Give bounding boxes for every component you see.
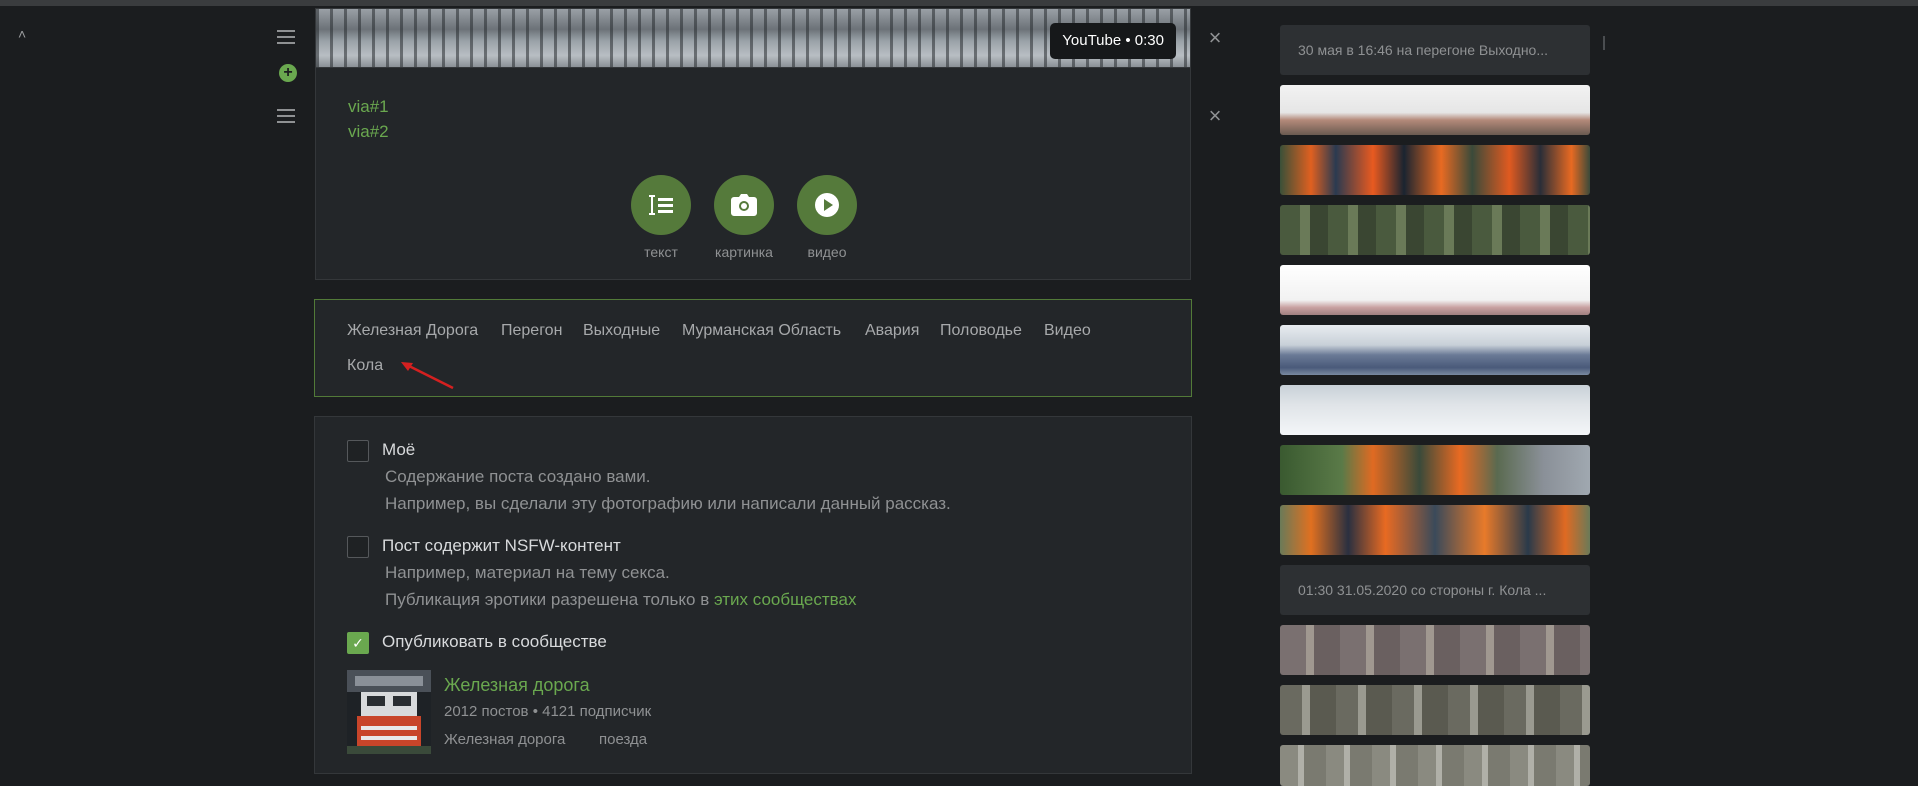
link-via-1[interactable]: via#1 bbox=[348, 94, 389, 119]
thumbnail-hills[interactable] bbox=[1280, 325, 1590, 375]
close-icon[interactable]: × bbox=[1207, 27, 1223, 49]
tag-item[interactable]: Половодье bbox=[940, 322, 1022, 340]
community-title: Опубликовать в сообществе bbox=[382, 632, 607, 651]
thumbnail-track[interactable] bbox=[1280, 205, 1590, 255]
thumbnail-crew[interactable] bbox=[1280, 445, 1590, 495]
mine-desc: Содержание поста создано вами. bbox=[385, 467, 651, 486]
tags-box[interactable]: Железная Дорога Перегон Выходные Мурманс… bbox=[314, 299, 1192, 397]
nsfw-rule: Публикация эротики разрешена только в эт… bbox=[385, 590, 856, 610]
thumbnail-workers[interactable] bbox=[1280, 145, 1590, 195]
thumbnail-trees[interactable] bbox=[1280, 685, 1590, 735]
thumbnail-wires[interactable] bbox=[1280, 385, 1590, 435]
mine-example: Например, вы сделали эту фотографию или … bbox=[385, 494, 951, 513]
video-preview[interactable]: YouTube • 0:30 bbox=[315, 8, 1191, 68]
sidebar-caption[interactable]: 01:30 31.05.2020 со стороны г. Кола ... bbox=[1280, 565, 1590, 615]
text-icon bbox=[649, 195, 673, 215]
community-tag[interactable]: поезда bbox=[599, 731, 647, 748]
nsfw-desc: Например, материал на тему секса. bbox=[385, 563, 670, 582]
drag-handle-icon[interactable] bbox=[277, 30, 295, 44]
camera-icon bbox=[731, 194, 757, 216]
annotation-arrow bbox=[401, 362, 454, 390]
link-via-2[interactable]: via#2 bbox=[348, 119, 389, 144]
top-border bbox=[0, 0, 1918, 6]
locomotive-image bbox=[347, 670, 431, 754]
community-subscribers: 4121 подписчик bbox=[542, 703, 652, 720]
tag-item[interactable]: Перегон bbox=[501, 322, 562, 340]
tag-item[interactable]: Железная Дорога bbox=[347, 322, 478, 340]
post-editor: via#1 via#2 текст картинка видео bbox=[315, 68, 1191, 280]
mine-checkbox[interactable] bbox=[347, 440, 369, 462]
close-icon[interactable]: × bbox=[1207, 105, 1223, 127]
nsfw-communities-link[interactable]: этих сообществах bbox=[714, 590, 856, 609]
thumbnail-overhead-lines[interactable] bbox=[1280, 745, 1590, 786]
thumbnail-forest[interactable] bbox=[1280, 625, 1590, 675]
tag-item[interactable]: Кола bbox=[347, 357, 383, 375]
tag-item[interactable]: Выходные bbox=[583, 322, 660, 340]
scroll-up-icon[interactable]: ˄ bbox=[18, 27, 32, 41]
community-name[interactable]: Железная дорога bbox=[444, 675, 590, 696]
post-options: Моё Содержание поста создано вами. Напри… bbox=[314, 416, 1192, 774]
nsfw-rule-text: Публикация эротики разрешена только в bbox=[385, 590, 714, 609]
community-tag[interactable]: Железная дорога bbox=[444, 731, 565, 748]
sidebar-caption[interactable]: 30 мая в 16:46 на перегоне Выходно... bbox=[1280, 25, 1590, 75]
thumbnail-railway[interactable] bbox=[1280, 85, 1590, 135]
video-duration-badge: YouTube • 0:30 bbox=[1050, 23, 1176, 59]
thumbnail-workers-close[interactable] bbox=[1280, 505, 1590, 555]
tag-item[interactable]: Мурманская Область bbox=[682, 322, 841, 340]
nsfw-checkbox[interactable] bbox=[347, 536, 369, 558]
tag-item[interactable]: Видео bbox=[1044, 322, 1091, 340]
community-posts: 2012 постов bbox=[444, 703, 529, 720]
stats-separator: • bbox=[532, 703, 538, 720]
add-text-button[interactable] bbox=[631, 175, 691, 235]
add-video-button[interactable] bbox=[797, 175, 857, 235]
mine-title: Моё bbox=[382, 440, 416, 459]
thumbnail-sky[interactable] bbox=[1280, 265, 1590, 315]
tag-item[interactable]: Авария bbox=[865, 322, 919, 340]
community-stats: 2012 постов • 4121 подписчик bbox=[444, 703, 651, 720]
video-tool-label: видео bbox=[807, 244, 847, 260]
add-block-icon[interactable]: + bbox=[279, 64, 297, 82]
scrollbar[interactable] bbox=[1603, 36, 1605, 50]
add-image-button[interactable] bbox=[714, 175, 774, 235]
nsfw-title: Пост содержит NSFW-контент bbox=[382, 536, 621, 555]
community-checkbox[interactable]: ✓ bbox=[347, 632, 369, 654]
community-avatar[interactable] bbox=[347, 670, 431, 754]
play-icon bbox=[815, 193, 839, 217]
drag-handle-icon[interactable] bbox=[277, 109, 295, 123]
